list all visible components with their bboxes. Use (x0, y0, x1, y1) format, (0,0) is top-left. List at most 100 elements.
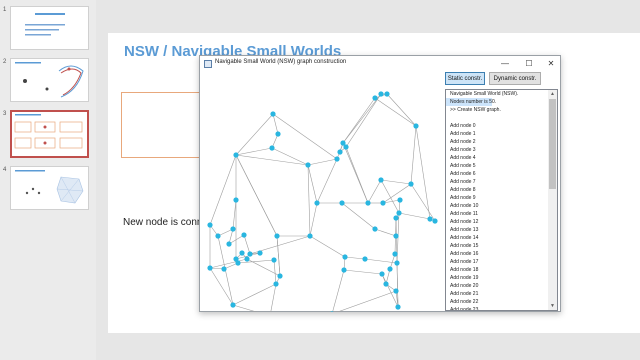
log-line[interactable]: Add node 21 (446, 290, 549, 298)
graph-edge (342, 97, 376, 144)
graph-node (341, 267, 347, 273)
log-line[interactable]: Add node 17 (446, 258, 549, 266)
graph-edge (273, 259, 277, 285)
graph-edge (410, 183, 436, 222)
log-line[interactable]: Add node 9 (446, 194, 549, 202)
graph-edge (309, 202, 318, 237)
graph-edge (307, 164, 311, 237)
log-line[interactable]: Add node 12 (446, 218, 549, 226)
slide-number-2: 2 (3, 59, 7, 65)
log-line[interactable]: Add node 0 (446, 122, 549, 130)
graph-node (395, 304, 401, 310)
graph-edge (386, 93, 417, 127)
graph-edges (209, 93, 436, 317)
log-line[interactable] (446, 114, 549, 122)
log-line[interactable]: Add node 11 (446, 210, 549, 218)
log-line[interactable]: Add node 14 (446, 234, 549, 242)
log-line[interactable]: Add node 2 (446, 138, 549, 146)
graph-edge (374, 228, 397, 237)
log-line[interactable]: Add node 20 (446, 282, 549, 290)
graph-node (257, 250, 263, 256)
graph-edge (237, 259, 275, 264)
graph-node (362, 256, 368, 262)
log-line[interactable]: Add node 23 (446, 306, 549, 310)
log-line[interactable]: Add node 7 (446, 178, 549, 186)
graph-node (307, 233, 313, 239)
window-titlebar[interactable]: Navigable Small World (NSW) graph constr… (200, 56, 560, 72)
graph-node (393, 233, 399, 239)
graph-node (397, 197, 403, 203)
dynamic-construction-button[interactable]: Dynamic constr. (489, 72, 541, 85)
slide-thumbnail-3-active[interactable] (10, 110, 89, 158)
log-line[interactable]: Add node 16 (446, 250, 549, 258)
log-lines: Navigable Small World (NSW). Nodes number… (446, 90, 549, 310)
slide-thumbnail-1[interactable] (10, 6, 89, 50)
log-scrollbar[interactable]: ▲ ▼ (548, 90, 557, 310)
log-line[interactable]: Add node 6 (446, 170, 549, 178)
log-line[interactable]: Add node 22 (446, 298, 549, 306)
static-construction-button[interactable]: Static constr. (445, 72, 485, 85)
minimize-icon[interactable]: — (494, 56, 516, 72)
graph-node (378, 91, 384, 97)
log-line[interactable]: Add node 10 (446, 202, 549, 210)
log-line[interactable]: Add node 3 (446, 146, 549, 154)
graph-edge (309, 235, 346, 258)
log-line[interactable]: Add node 5 (446, 162, 549, 170)
log-line[interactable]: Nodes number is 50. (446, 98, 496, 106)
graph-node (247, 251, 253, 257)
graph-node (233, 197, 239, 203)
graph-edge (410, 125, 417, 185)
graph-node (387, 266, 393, 272)
log-line[interactable]: Add node 4 (446, 154, 549, 162)
log-line[interactable]: Add node 1 (446, 130, 549, 138)
graph-node (384, 91, 390, 97)
graph-node (230, 226, 236, 232)
log-line[interactable]: >> Create NSW graph. (446, 106, 549, 114)
graph-node (379, 271, 385, 277)
graph-node (378, 177, 384, 183)
graph-edge (344, 256, 366, 260)
graph-node (372, 226, 378, 232)
graph-edge (415, 125, 431, 220)
log-listbox[interactable]: Navigable Small World (NSW). Nodes number… (445, 89, 558, 311)
graph-node (274, 233, 280, 239)
graph-edge (232, 304, 271, 317)
graph-node (413, 123, 419, 129)
graph-node (383, 281, 389, 287)
scroll-down-icon[interactable]: ▼ (548, 302, 557, 310)
slide-thumbnail-2[interactable] (10, 58, 89, 102)
graph-edge (374, 97, 417, 127)
graph-node (394, 260, 400, 266)
graph-edge (209, 267, 234, 306)
close-icon[interactable]: ✕ (540, 56, 562, 72)
graph-node (226, 241, 232, 247)
scroll-thumb[interactable] (549, 99, 556, 189)
graph-edge (269, 283, 277, 317)
graph-node (271, 257, 277, 263)
log-line[interactable]: Navigable Small World (NSW). (446, 90, 549, 98)
log-line[interactable]: Add node 19 (446, 274, 549, 282)
graph-edge (276, 235, 281, 277)
graph-edge (243, 234, 251, 255)
graph-edge (232, 283, 277, 306)
log-line[interactable]: Add node 13 (446, 226, 549, 234)
graph-canvas[interactable] (200, 72, 440, 319)
graph-node (380, 200, 386, 206)
graph-node (343, 144, 349, 150)
app-icon (204, 60, 212, 68)
slide-thumbnails-panel: 1 2 3 4 (0, 0, 96, 360)
graph-node (337, 149, 343, 155)
graph-node (427, 216, 433, 222)
graph-node (334, 156, 340, 162)
graph-edge (331, 269, 345, 315)
graph-node (241, 232, 247, 238)
scroll-up-icon[interactable]: ▲ (548, 90, 557, 98)
maximize-icon[interactable]: ☐ (518, 56, 540, 72)
log-line[interactable]: Add node 15 (446, 242, 549, 250)
log-line[interactable]: Add node 18 (446, 266, 549, 274)
slide-thumbnail-4[interactable] (10, 166, 89, 210)
slide-number-3: 3 (3, 111, 7, 117)
graph-node (392, 251, 398, 257)
graph-node (365, 200, 371, 206)
log-line[interactable]: Add node 8 (446, 186, 549, 194)
